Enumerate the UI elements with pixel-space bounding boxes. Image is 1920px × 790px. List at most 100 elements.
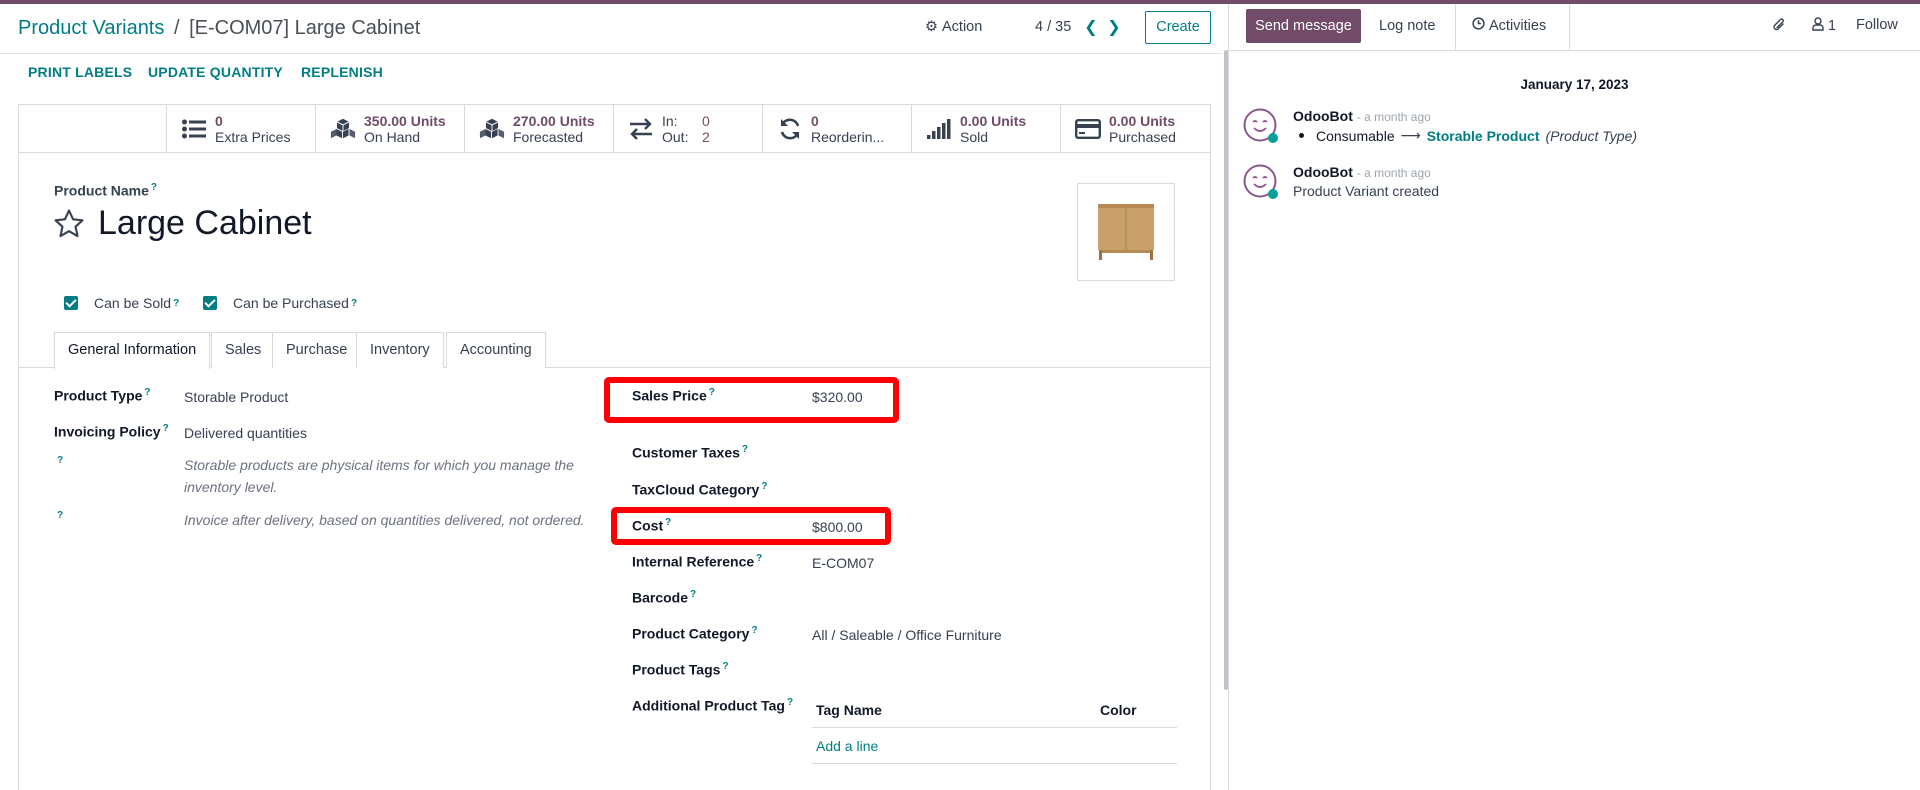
tag-name-column-header[interactable]: Tag Name bbox=[816, 702, 882, 718]
extra-prices-value: 0 bbox=[215, 113, 223, 129]
form-action-bar: PRINT LABELS UPDATE QUANTITY REPLENISH bbox=[0, 55, 1222, 95]
in-out-button[interactable]: In: 0 Out: 2 bbox=[613, 105, 762, 153]
product-name-field[interactable]: Large Cabinet bbox=[98, 204, 312, 243]
chatter-separator bbox=[1569, 4, 1570, 51]
on-hand-button[interactable]: 350.00 Units On Hand bbox=[315, 105, 464, 153]
tab-sales[interactable]: Sales bbox=[211, 332, 276, 368]
help-tooltip-icon[interactable]: ? bbox=[756, 553, 762, 564]
can-be-purchased-checkbox[interactable]: Can be Purchased? bbox=[203, 295, 357, 311]
send-message-button[interactable]: Send message bbox=[1246, 9, 1361, 43]
product-image[interactable] bbox=[1077, 183, 1175, 281]
notebook-tabs: General Information Sales Purchase Inven… bbox=[19, 332, 1210, 369]
help-tooltip-icon[interactable]: ? bbox=[761, 481, 767, 492]
help-tooltip-icon[interactable]: ? bbox=[57, 455, 63, 466]
message-author: OdooBot - a month ago bbox=[1293, 108, 1431, 124]
product-category-label: Product Category? bbox=[632, 625, 758, 642]
smart-buttons-bar: 0 Extra Prices 350.00 Units On Hand 270.… bbox=[19, 105, 1210, 153]
clock-icon bbox=[1472, 17, 1485, 34]
activities-button[interactable]: Activities bbox=[1472, 17, 1546, 34]
add-a-line-link[interactable]: Add a line bbox=[816, 738, 878, 754]
additional-product-tag-label: Additional Product Tag? bbox=[632, 697, 794, 714]
action-menu-button[interactable]: ⚙ Action bbox=[925, 19, 982, 35]
tab-general-information[interactable]: General Information bbox=[54, 332, 211, 369]
breadcrumb-parent-link[interactable]: Product Variants bbox=[18, 17, 164, 39]
barcode-label: Barcode? bbox=[632, 589, 697, 606]
help-tooltip-icon[interactable]: ? bbox=[722, 661, 728, 672]
product-category-field[interactable]: All / Saleable / Office Furniture bbox=[812, 627, 1002, 643]
forecasted-button[interactable]: 270.00 Units Forecasted bbox=[464, 105, 613, 153]
list-icon bbox=[181, 116, 207, 142]
arrow-right-icon: ⟶ bbox=[1400, 127, 1421, 143]
update-quantity-button[interactable]: UPDATE QUANTITY bbox=[148, 64, 283, 80]
extra-prices-button[interactable]: 0 Extra Prices bbox=[166, 105, 315, 153]
product-type-field[interactable]: Storable Product bbox=[184, 389, 288, 405]
product-tags-label: Product Tags? bbox=[632, 661, 729, 678]
taxcloud-category-label: TaxCloud Category? bbox=[632, 481, 768, 498]
on-hand-label: On Hand bbox=[364, 129, 421, 145]
help-tooltip-icon[interactable]: ? bbox=[787, 697, 793, 708]
tag-color-column-header[interactable]: Color bbox=[1100, 702, 1137, 718]
signal-icon bbox=[926, 116, 952, 142]
sold-label: Sold bbox=[960, 129, 989, 145]
sold-value: 0.00 Units bbox=[960, 113, 1027, 129]
tracking-old-value: Consumable bbox=[1316, 127, 1395, 144]
followers-button[interactable]: 1 bbox=[1812, 17, 1836, 35]
invoicing-policy-field[interactable]: Delivered quantities bbox=[184, 425, 307, 441]
product-type-help-text: Storable products are physical items for… bbox=[184, 457, 574, 495]
help-tooltip-icon[interactable]: ? bbox=[742, 444, 748, 455]
reordering-value: 0 bbox=[811, 113, 819, 129]
odoobot-avatar[interactable] bbox=[1243, 108, 1279, 144]
exchange-icon bbox=[628, 116, 654, 142]
message-time: - a month ago bbox=[1356, 110, 1431, 124]
invoicing-policy-help-text: Invoice after delivery, based on quantit… bbox=[184, 512, 585, 528]
create-button[interactable]: Create bbox=[1145, 11, 1211, 44]
print-labels-button[interactable]: PRINT LABELS bbox=[28, 64, 132, 80]
date-separator: January 17, 2023 bbox=[1520, 77, 1629, 92]
follow-button[interactable]: Follow bbox=[1856, 17, 1898, 33]
replenish-button[interactable]: REPLENISH bbox=[301, 64, 383, 80]
odoobot-avatar[interactable] bbox=[1243, 164, 1279, 200]
log-note-button[interactable]: Log note bbox=[1379, 18, 1435, 34]
forecasted-value: 270.00 Units bbox=[513, 113, 595, 129]
tab-accounting[interactable]: Accounting bbox=[446, 332, 546, 368]
tab-inventory[interactable]: Inventory bbox=[356, 332, 444, 368]
help-tooltip-icon[interactable]: ? bbox=[690, 589, 696, 600]
pager-previous-icon[interactable]: ❮ bbox=[1081, 16, 1101, 40]
help-tooltip-icon[interactable]: ? bbox=[151, 182, 157, 193]
cubes-icon bbox=[479, 116, 505, 142]
help-tooltip-icon[interactable]: ? bbox=[173, 298, 179, 309]
tab-purchase[interactable]: Purchase bbox=[272, 332, 362, 368]
internal-reference-field[interactable]: E-COM07 bbox=[812, 555, 874, 571]
bullet-icon bbox=[1299, 133, 1304, 138]
activities-label: Activities bbox=[1489, 17, 1547, 34]
paperclip-icon[interactable] bbox=[1772, 17, 1786, 37]
tag-table-row: Add a line bbox=[812, 728, 1177, 764]
tracking-new-value: Storable Product bbox=[1426, 127, 1540, 144]
product-type-label: Product Type? bbox=[54, 387, 151, 404]
pager-value[interactable]: 4 / 35 bbox=[1035, 19, 1071, 35]
chatter-message: OdooBot - a month ago Consumable ⟶ Stora… bbox=[1243, 108, 1903, 158]
can-be-purchased-label: Can be Purchased bbox=[233, 295, 349, 311]
out-label: Out: bbox=[662, 129, 689, 145]
reordering-button[interactable]: 0 Reorderin... bbox=[762, 105, 911, 153]
chatter-separator bbox=[1455, 4, 1456, 51]
checkbox-checked-icon bbox=[64, 296, 78, 310]
reordering-label: Reorderin... bbox=[811, 129, 885, 145]
help-tooltip-icon[interactable]: ? bbox=[144, 387, 150, 398]
chatter-message: OdooBot - a month ago Product Variant cr… bbox=[1243, 164, 1903, 214]
credit-card-icon bbox=[1075, 116, 1101, 142]
checkbox-checked-icon bbox=[203, 296, 217, 310]
control-panel: Product Variants / [E-COM07] Large Cabin… bbox=[0, 4, 1222, 54]
help-tooltip-icon[interactable]: ? bbox=[751, 625, 757, 636]
help-tooltip-icon[interactable]: ? bbox=[163, 423, 169, 434]
refresh-icon bbox=[777, 116, 803, 142]
sold-button[interactable]: 0.00 Units Sold bbox=[911, 105, 1060, 153]
out-value: 2 bbox=[702, 129, 710, 145]
help-tooltip-icon[interactable]: ? bbox=[57, 510, 63, 521]
help-tooltip-icon[interactable]: ? bbox=[351, 298, 357, 309]
pager-next-icon[interactable]: ❯ bbox=[1104, 16, 1124, 40]
favorite-star-icon[interactable] bbox=[52, 207, 86, 241]
can-be-sold-checkbox[interactable]: Can be Sold? bbox=[64, 295, 179, 311]
purchased-button[interactable]: 0.00 Units Purchased bbox=[1060, 105, 1210, 153]
message-author: OdooBot - a month ago bbox=[1293, 164, 1431, 180]
